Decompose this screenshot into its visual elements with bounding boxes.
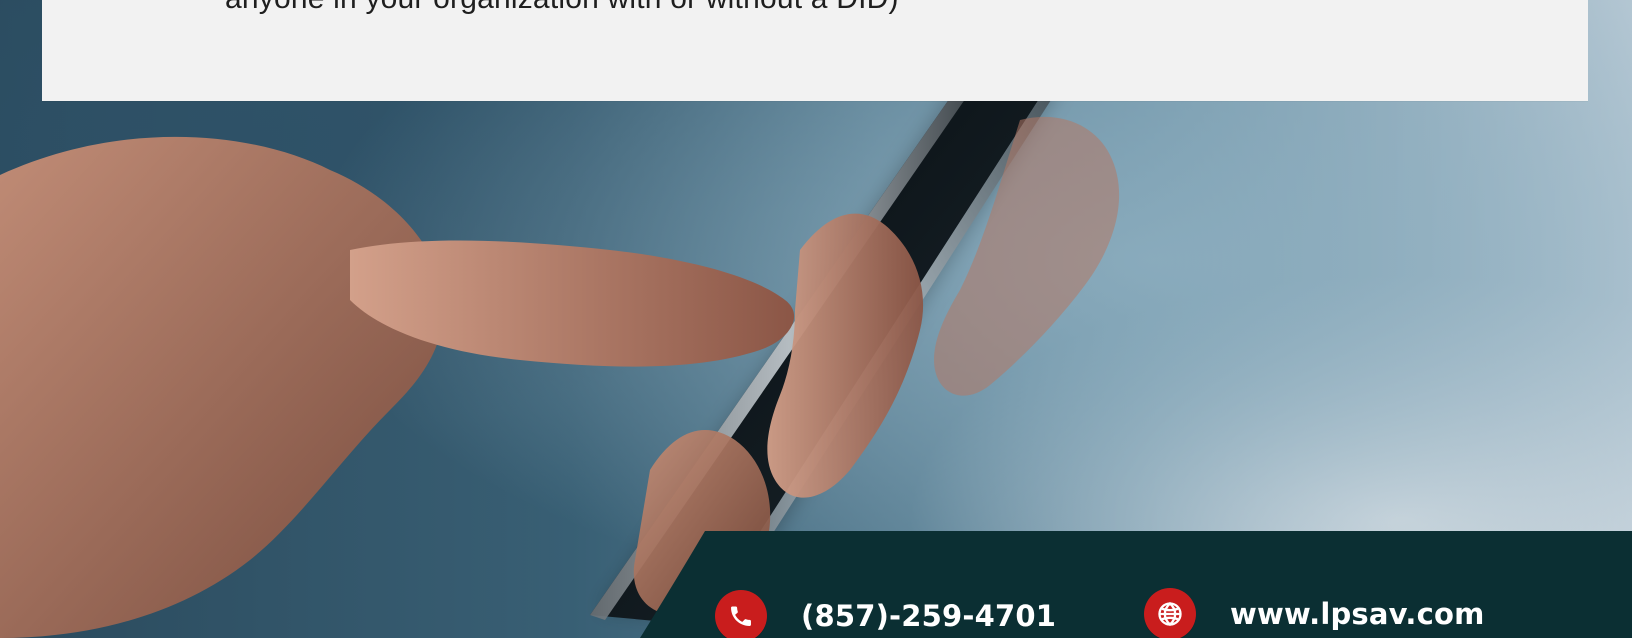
top-card-text: anyone in your organization with or with… xyxy=(225,0,899,16)
website-url[interactable]: www.lpsav.com xyxy=(1230,597,1485,631)
phone-icon xyxy=(715,590,767,638)
page: anyone in your organization with or with… xyxy=(0,0,1632,638)
globe-glyph xyxy=(1158,601,1182,627)
phone-glyph xyxy=(731,606,751,626)
top-info-card: anyone in your organization with or with… xyxy=(42,0,1588,101)
website-contact[interactable]: www.lpsav.com xyxy=(1144,588,1485,638)
phone-number[interactable]: (857)-259-4701 xyxy=(801,599,1056,633)
phone-contact[interactable]: (857)-259-4701 xyxy=(715,590,1056,638)
globe-icon xyxy=(1144,588,1196,638)
